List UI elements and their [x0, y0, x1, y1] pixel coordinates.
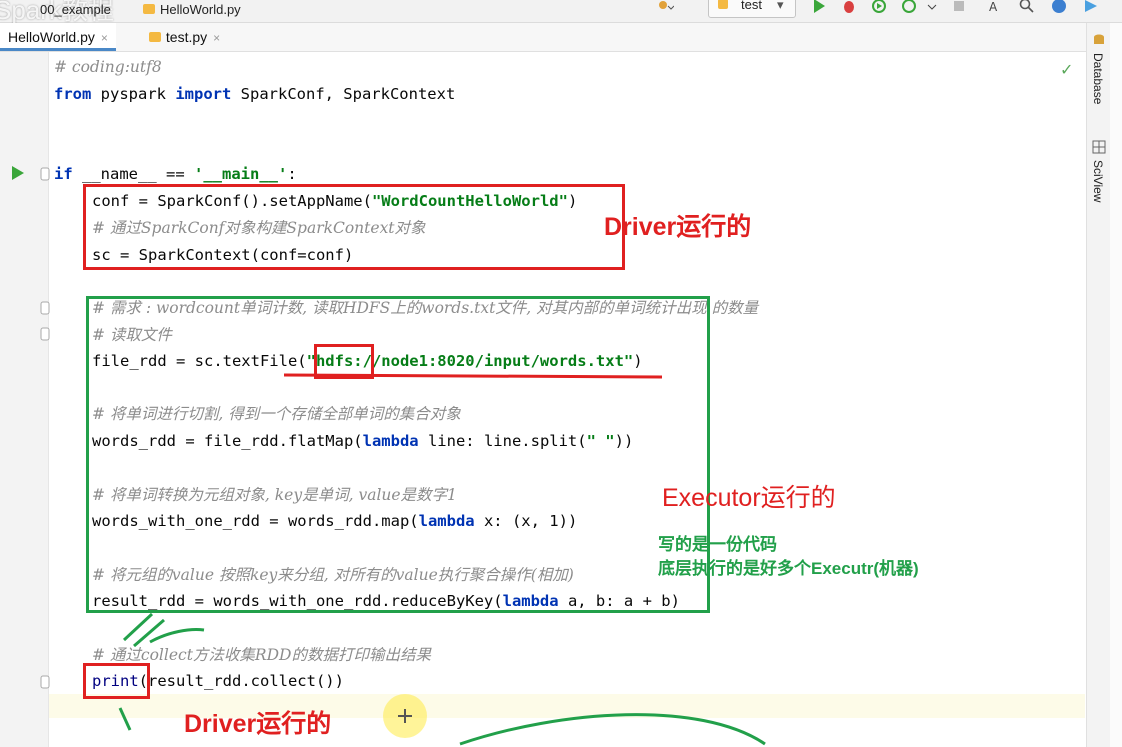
driver-label-top: Driver运行的 [604, 213, 752, 241]
driver-label-bottom: Driver运行的 [184, 710, 332, 738]
pen-strokes [118, 373, 766, 746]
note-line-1: 写的是一份代码 [658, 535, 777, 554]
executor-label: Executor运行的 [662, 484, 836, 512]
note-line-2: 底层执行的是好多个Executr(机器) [658, 559, 919, 578]
